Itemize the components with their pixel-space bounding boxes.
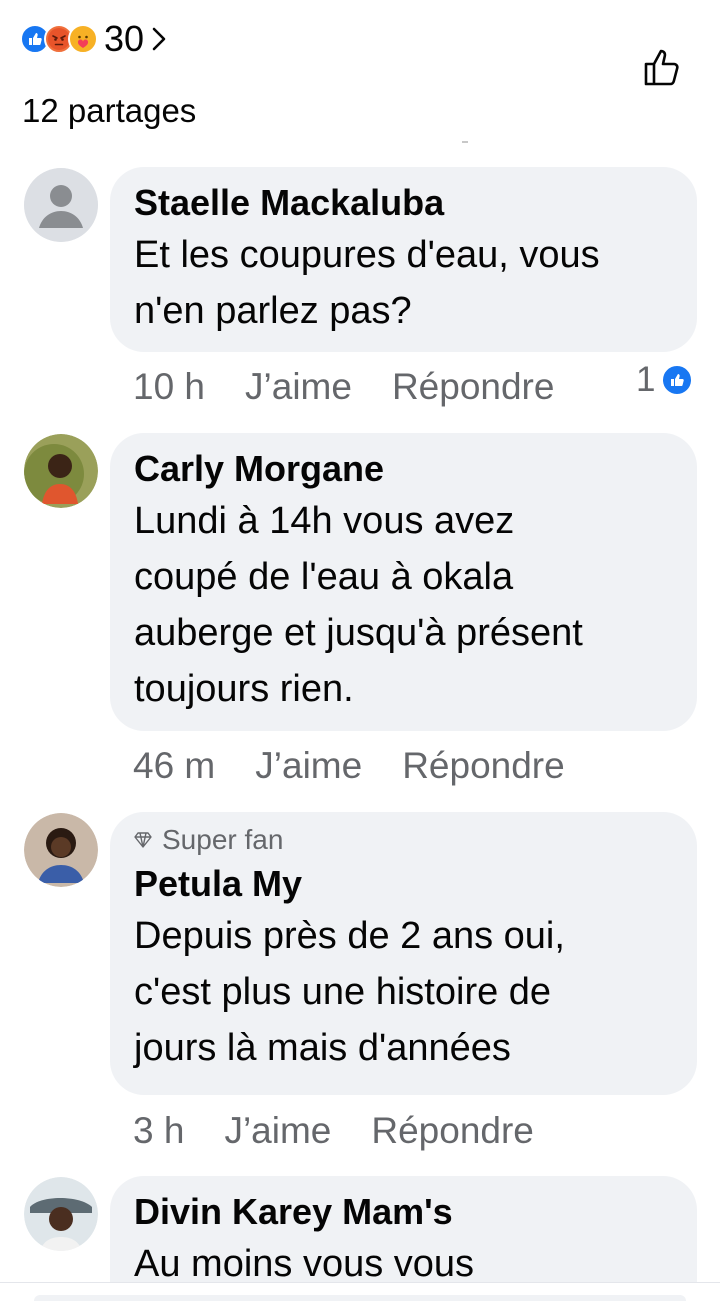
badge-label: Super fan <box>162 824 284 855</box>
comment-time: 10 h <box>133 366 206 407</box>
avatar[interactable] <box>24 1177 98 1251</box>
comment-reaction-number: 1 <box>636 360 656 399</box>
avatar[interactable] <box>24 168 98 242</box>
divider <box>462 141 468 143</box>
comment-time: 3 h <box>133 1110 185 1151</box>
post-reactions-summary[interactable]: 30 <box>20 18 168 60</box>
like-comment-button[interactable]: J’aime <box>255 745 362 787</box>
reply-button[interactable]: Répondre <box>402 745 565 787</box>
care-reaction-icon <box>68 24 98 54</box>
like-post-icon[interactable] <box>640 46 684 90</box>
avatar[interactable] <box>24 813 98 887</box>
comment-bubble[interactable]: Super fan Petula My Depuis près de 2 ans… <box>110 812 697 1095</box>
comment-text-line: coupé de l'eau à okala <box>134 556 514 598</box>
comment-author[interactable]: Divin Karey Mam's <box>134 1188 673 1236</box>
comment-actions: 3 h J’aime Répondre <box>133 1110 534 1152</box>
comment-bubble[interactable]: Carly Morgane Lundi à 14h vous avez coup… <box>110 433 697 731</box>
reply-button[interactable]: Répondre <box>371 1110 534 1152</box>
comment-author[interactable]: Carly Morgane <box>134 445 673 493</box>
reaction-icons <box>20 24 98 54</box>
like-reaction-icon <box>661 364 694 396</box>
comment-text-line: auberge et jusqu'à présent <box>134 612 583 654</box>
reaction-count: 30 <box>104 18 145 59</box>
comment-actions: 46 m J’aime Répondre <box>133 745 565 787</box>
comment-bubble[interactable]: Staelle Mackaluba Et les coupures d'eau,… <box>110 167 697 352</box>
diamond-icon <box>134 832 152 848</box>
shares-count[interactable]: 12 partages <box>22 92 196 130</box>
comment-text-line: Depuis près de 2 ans oui, <box>134 915 565 957</box>
comment-text-line: Et les coupures d'eau, vous <box>134 234 600 276</box>
comment-reaction-count[interactable]: 1 <box>636 360 694 400</box>
comment-time: 46 m <box>133 745 216 786</box>
comment-text-line: n'en parlez pas? <box>134 290 412 332</box>
comment-text-line: c'est plus une histoire de <box>134 971 552 1013</box>
avatar[interactable] <box>24 434 98 508</box>
like-comment-button[interactable]: J’aime <box>224 1110 331 1152</box>
comment-actions: 10 h J’aime Répondre <box>133 366 554 408</box>
comment-text-line: toujours rien. <box>134 668 354 710</box>
comment-text-line: Lundi à 14h vous avez <box>134 500 515 542</box>
reply-button[interactable]: Répondre <box>392 366 555 408</box>
chevron-right-icon <box>150 25 168 53</box>
like-comment-button[interactable]: J’aime <box>245 366 352 408</box>
comment-text-line: jours là mais d'années <box>134 1027 511 1069</box>
comment-input[interactable] <box>34 1295 686 1301</box>
comment-author[interactable]: Petula My <box>134 860 673 908</box>
comment-author[interactable]: Staelle Mackaluba <box>134 179 673 227</box>
super-fan-badge: Super fan <box>134 824 673 856</box>
